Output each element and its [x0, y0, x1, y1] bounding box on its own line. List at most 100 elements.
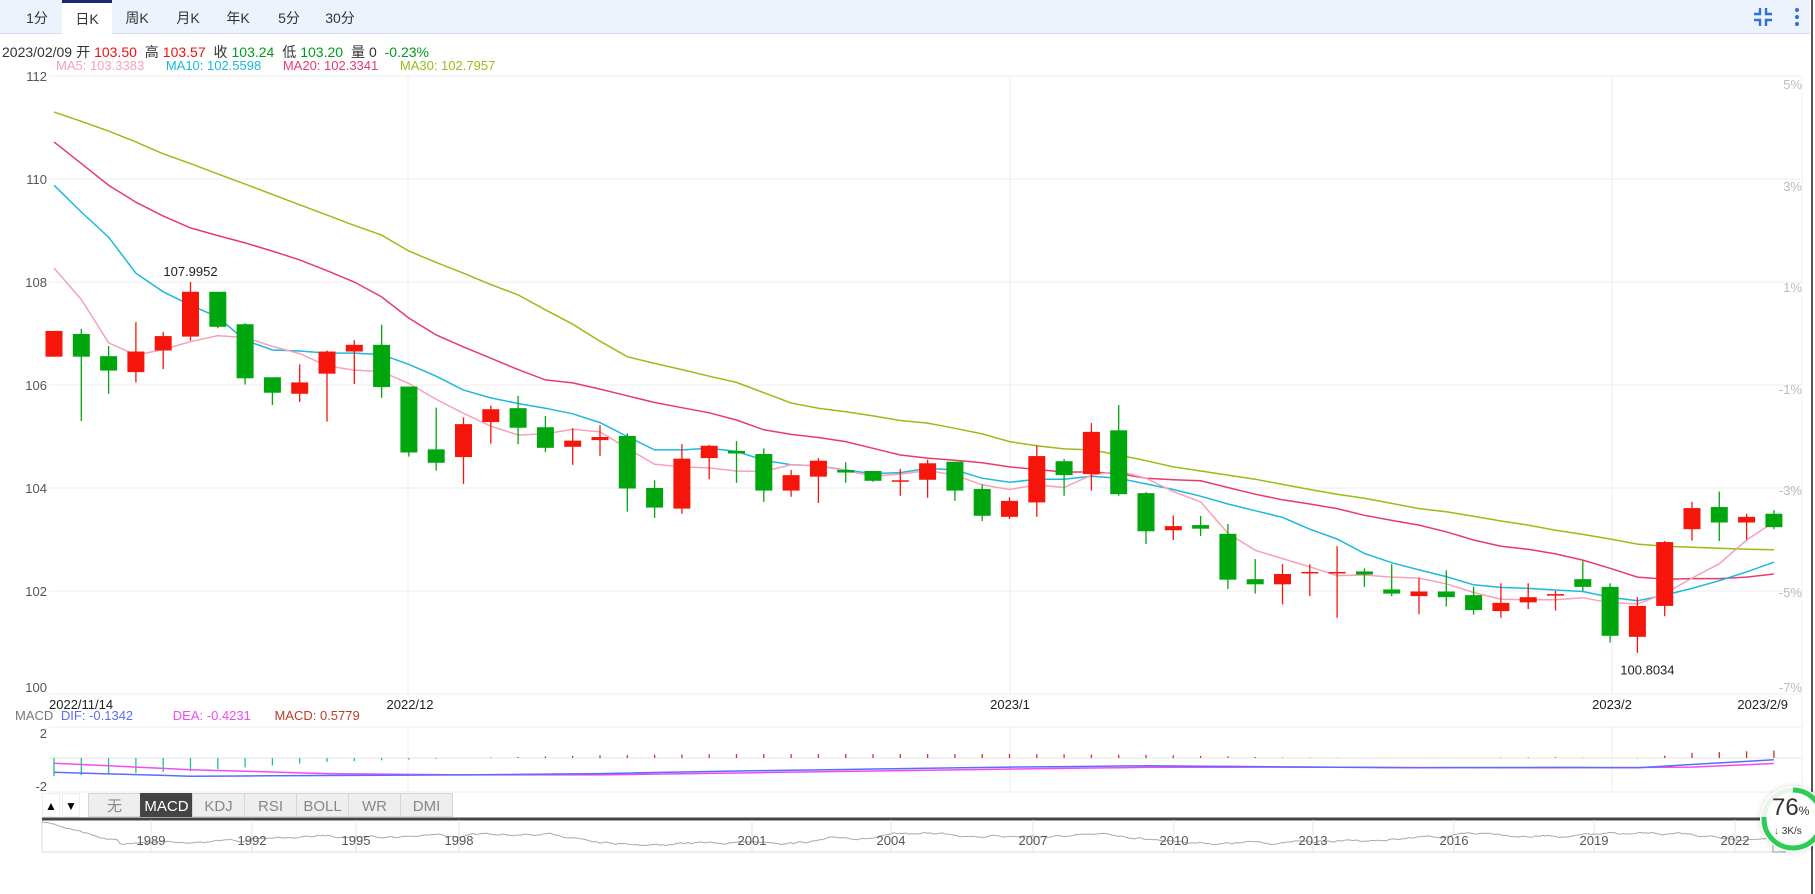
candle — [482, 405, 500, 444]
scroll-up-button[interactable]: ▲ — [42, 793, 60, 817]
navigator-year-label: 2019 — [1580, 833, 1609, 848]
candle-body — [1192, 525, 1210, 529]
candle — [1001, 497, 1018, 519]
candle — [509, 395, 527, 445]
candle-body — [400, 386, 418, 453]
candle-body — [455, 424, 472, 458]
candle-body — [1274, 574, 1291, 585]
scroll-down-button[interactable]: ▼ — [62, 793, 80, 817]
candle-body — [837, 469, 855, 473]
candle-body — [1410, 591, 1428, 597]
candle-body — [263, 377, 281, 393]
x-label: 2023/1 — [990, 697, 1030, 712]
candle — [1274, 564, 1291, 605]
candle-body — [1355, 571, 1373, 575]
candle — [864, 471, 882, 482]
candle-body — [809, 460, 827, 477]
candle — [1547, 591, 1564, 611]
candle — [1164, 515, 1182, 541]
candle-body — [209, 291, 227, 327]
grid — [49, 75, 1803, 793]
macd-legend: MACD DIF: -0.1342 DEA: -0.4231 MACD: 0.5… — [15, 708, 360, 723]
navigator-year-label: 2016 — [1440, 833, 1469, 848]
candle-body — [919, 463, 937, 480]
macd-panel — [49, 750, 1802, 777]
candle-body — [72, 334, 90, 357]
candle-body — [673, 458, 691, 509]
candle-body — [1465, 595, 1483, 611]
candle — [1574, 561, 1592, 591]
navigator-year-label: 2004 — [877, 833, 906, 848]
macd-y-tick: -2 — [35, 779, 47, 794]
candle — [45, 330, 63, 357]
candle-body — [1110, 430, 1128, 495]
candle-body — [1547, 594, 1564, 596]
candle-body — [127, 351, 145, 373]
candle — [1355, 568, 1373, 587]
download-arrow-icon: ↓ — [1774, 826, 1779, 837]
candle-body — [482, 409, 500, 423]
macd-axis: 2 -2 — [35, 726, 47, 794]
navigator-year-label: 1998 — [445, 833, 474, 848]
candle — [1246, 559, 1264, 594]
indicator-dmi[interactable]: DMI — [400, 793, 453, 817]
candle — [1110, 405, 1128, 496]
candle-body — [1437, 591, 1455, 598]
candle — [100, 345, 118, 394]
candle-body — [1055, 461, 1073, 476]
candle — [536, 415, 554, 452]
candle-body — [182, 291, 199, 337]
candle-body — [154, 336, 172, 351]
candle-body — [1765, 513, 1783, 528]
pct-tick: 3% — [1783, 179, 1802, 194]
candle-body — [1492, 602, 1510, 612]
macd-value-legend: MACD: 0.5779 — [274, 708, 360, 723]
candle-body — [564, 440, 582, 447]
candle-body — [373, 344, 391, 388]
dea-legend: DEA: -0.4231 — [172, 708, 251, 723]
indicator-boll[interactable]: BOLL — [296, 793, 349, 817]
candle — [291, 364, 309, 402]
indicator-macd[interactable]: MACD — [140, 793, 193, 817]
navigator-year-label: 2013 — [1299, 833, 1328, 848]
candle-body — [1574, 579, 1592, 587]
x-label: 2023/2/9 — [1737, 697, 1788, 712]
candle-body — [1301, 571, 1319, 574]
candle-body — [864, 471, 882, 481]
pct-tick: -5% — [1779, 585, 1803, 600]
speed-widget[interactable]: 76% ↓ 3K/s — [1760, 786, 1815, 852]
candle-body — [728, 450, 745, 454]
candle — [1601, 583, 1619, 643]
candle — [728, 441, 745, 483]
candle-body — [536, 427, 554, 448]
indicator-wr[interactable]: WR — [348, 793, 401, 817]
navigator-year-label: 1989 — [137, 833, 166, 848]
candle — [1765, 510, 1783, 530]
candle-body — [509, 408, 527, 428]
candle — [1082, 423, 1100, 491]
candle — [919, 459, 937, 498]
candle-body — [1383, 589, 1401, 594]
pct-tick: -7% — [1779, 680, 1803, 695]
navigator-year-label: 2001 — [738, 833, 767, 848]
navigator[interactable] — [41, 817, 1786, 853]
indicator-kdj[interactable]: KDJ — [192, 793, 245, 817]
candle — [182, 282, 199, 341]
price-axis: 112 110 108 106 104 102 100 — [25, 69, 47, 695]
indicator-none[interactable]: 无 — [88, 793, 141, 817]
candle-body — [1519, 597, 1537, 603]
candle-body — [946, 461, 964, 491]
y-tick: 112 — [26, 69, 47, 84]
ma30-line — [53, 111, 1774, 551]
candle-body — [1137, 493, 1155, 532]
candle — [455, 417, 472, 484]
macd-title: MACD — [15, 708, 54, 723]
candle — [345, 340, 363, 384]
candle — [1683, 501, 1701, 541]
candle — [400, 386, 418, 457]
kline-chart[interactable]: 112 110 108 106 104 102 100 5% 3% 1% -1%… — [0, 0, 1815, 894]
candle — [973, 484, 991, 521]
indicator-rsi[interactable]: RSI — [244, 793, 297, 817]
y-tick: 104 — [25, 481, 47, 496]
candle — [1710, 491, 1728, 542]
